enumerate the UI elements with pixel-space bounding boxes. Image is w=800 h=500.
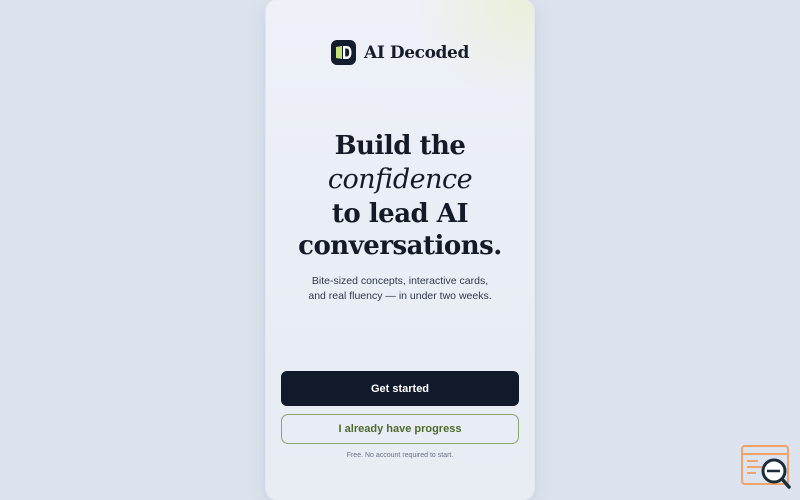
- hero-headline: Build the confidence to lead AI conversa…: [266, 130, 534, 262]
- onboarding-screen: AI Decoded Build the confidence to lead …: [266, 0, 534, 500]
- hero-subcopy: Bite-sized concepts, interactive cards, …: [286, 274, 514, 304]
- no-account-note: Free. No account required to start.: [346, 452, 454, 459]
- book-d-logo-icon: [331, 40, 357, 65]
- get-started-button[interactable]: Get started: [281, 371, 519, 406]
- page: AI Decoded Build the confidence to lead …: [0, 0, 800, 500]
- headline-line-3: to lead AI: [331, 199, 469, 229]
- headline-line-4: conversations.: [298, 231, 502, 261]
- headline-line-1: Build the: [334, 131, 466, 161]
- resume-progress-button[interactable]: I already have progress: [281, 414, 519, 444]
- brand-header: AI Decoded: [266, 40, 534, 65]
- brand-name: AI Decoded: [364, 42, 469, 63]
- headline-line-emphasis: confidence: [327, 164, 473, 195]
- subcopy-line-1: Bite-sized concepts, interactive cards,: [311, 275, 489, 287]
- search-document-icon[interactable]: [740, 444, 792, 490]
- subcopy-line-2: and real fluency — in under two weeks.: [308, 290, 492, 302]
